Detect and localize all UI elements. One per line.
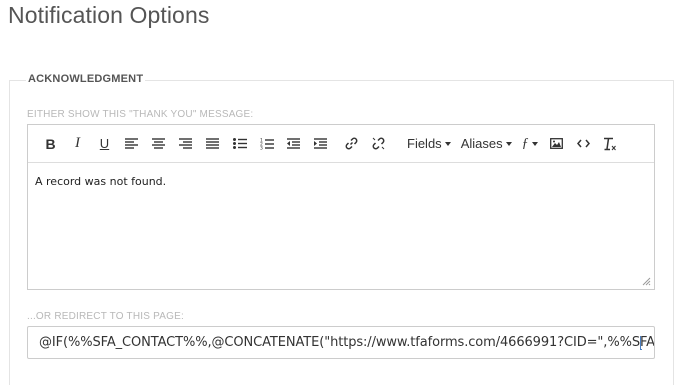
clear-formatting-icon — [604, 137, 616, 150]
align-justify-icon — [206, 138, 219, 149]
link-icon — [345, 137, 358, 150]
bold-icon: B — [45, 135, 56, 152]
indent-button[interactable] — [307, 131, 334, 157]
bullet-list-button[interactable] — [226, 131, 253, 157]
function-icon: ƒ — [521, 135, 529, 151]
insert-image-button[interactable] — [543, 131, 570, 157]
code-icon — [576, 139, 590, 148]
redirect-label: ...OR REDIRECT TO THIS PAGE: — [27, 311, 184, 322]
source-code-button[interactable] — [570, 131, 597, 157]
underline-icon: U — [99, 136, 110, 151]
align-left-button[interactable] — [118, 131, 145, 157]
text-cursor-icon — [640, 336, 642, 350]
redirect-url-input[interactable]: @IF(%%SFA_CONTACT%%,@CONCATENATE("https:… — [27, 326, 655, 359]
clear-formatting-button[interactable] — [597, 131, 624, 157]
align-justify-button[interactable] — [199, 131, 226, 157]
acknowledgment-legend: ACKNOWLEDGMENT — [26, 73, 146, 85]
unlink-button[interactable] — [365, 131, 392, 157]
editor-content[interactable]: A record was not found. — [28, 163, 654, 200]
numbered-list-icon: 123 — [260, 138, 274, 150]
editor-toolbar: B I U 123 Fields Aliases ƒ — [28, 125, 654, 163]
thank-you-label: EITHER SHOW THIS "THANK YOU" MESSAGE: — [27, 109, 254, 120]
align-right-button[interactable] — [172, 131, 199, 157]
unlink-icon — [372, 137, 385, 150]
align-left-icon — [125, 138, 138, 149]
fields-dropdown[interactable]: Fields — [402, 131, 456, 157]
fields-dropdown-label: Fields — [407, 136, 442, 151]
bullet-list-icon — [232, 138, 247, 149]
chevron-down-icon — [505, 141, 512, 146]
aliases-dropdown[interactable]: Aliases — [456, 131, 517, 157]
outdent-button[interactable] — [280, 131, 307, 157]
page-title: Notification Options — [8, 2, 210, 28]
italic-button[interactable]: I — [64, 131, 91, 157]
align-center-icon — [152, 138, 165, 149]
align-right-icon — [179, 138, 192, 149]
chevron-down-icon — [444, 141, 451, 146]
thank-you-editor: B I U 123 Fields Aliases ƒ A record was … — [27, 124, 655, 290]
link-button[interactable] — [338, 131, 365, 157]
redirect-url-value: @IF(%%SFA_CONTACT%%,@CONCATENATE("https:… — [39, 335, 655, 350]
align-center-button[interactable] — [145, 131, 172, 157]
aliases-dropdown-label: Aliases — [460, 136, 503, 151]
function-dropdown[interactable]: ƒ — [517, 131, 543, 157]
italic-icon: I — [75, 135, 80, 151]
underline-button[interactable]: U — [91, 131, 118, 157]
bold-button[interactable]: B — [37, 131, 64, 157]
indent-icon — [314, 138, 327, 149]
resize-handle-icon[interactable] — [642, 277, 651, 286]
numbered-list-button[interactable]: 123 — [253, 131, 280, 157]
outdent-icon — [287, 138, 300, 149]
chevron-down-icon — [531, 141, 538, 146]
image-icon — [549, 138, 563, 149]
svg-text:3: 3 — [260, 145, 263, 150]
